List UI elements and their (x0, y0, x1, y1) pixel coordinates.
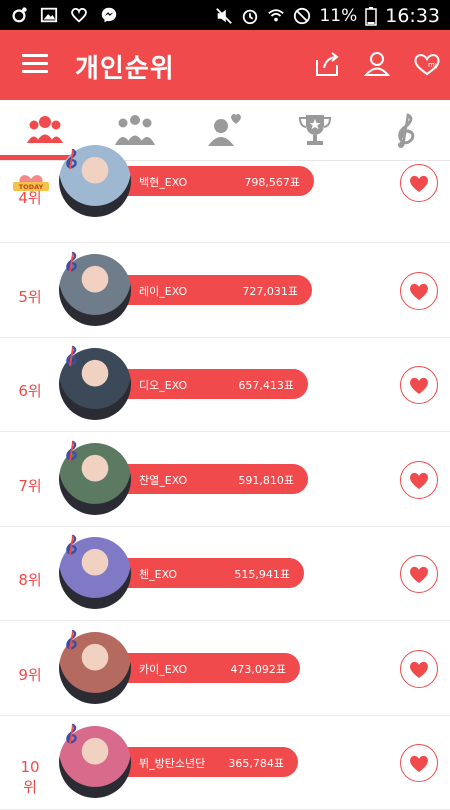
vote-count: 727,031표 (242, 284, 298, 298)
menu-icon-line (22, 70, 48, 73)
music-note-logo-icon (66, 534, 77, 556)
rank-label: 10위 (20, 758, 40, 796)
rank-label: 5위 (18, 287, 42, 306)
page-title: 개인순위 (75, 54, 175, 84)
idol-name: 레이_EXO (139, 284, 188, 298)
app-bar: 개인순위 my (0, 30, 450, 100)
vote-count: 473,092표 (230, 662, 286, 676)
music-note-logo-icon (66, 345, 77, 367)
ranking-row[interactable]: 8위 첸_EXO 515,941표 (0, 526, 450, 621)
treble-clef-icon (398, 113, 415, 148)
vote-heart-button[interactable] (400, 744, 438, 782)
alarm-icon (243, 9, 258, 25)
ranking-row[interactable]: 4위 백현_EXO 798,567표 (0, 145, 450, 243)
share-icon[interactable] (312, 48, 342, 80)
idol-name: 첸_EXO (139, 568, 178, 581)
music-note-logo-icon (66, 148, 77, 170)
messenger-notification-icon (101, 7, 117, 23)
menu-button[interactable] (22, 54, 48, 76)
svg-text:my: my (428, 61, 439, 69)
heart-icon (410, 175, 428, 192)
idol-name: 찬열_EXO (139, 473, 188, 487)
rank-label: 4위 (18, 189, 42, 207)
vote-bar: 백현_EXO 798,567표 (108, 166, 314, 196)
vote-count: 515,941표 (234, 568, 290, 581)
heart-icon (410, 377, 428, 394)
idol-name: 카이_EXO (139, 662, 188, 676)
vote-heart-button[interactable] (400, 649, 438, 688)
menu-icon (22, 54, 48, 57)
battery-icon (365, 7, 377, 26)
idol-name: 백현_EXO (139, 176, 188, 189)
vote-heart-button[interactable] (400, 164, 438, 202)
rank-label: 8위 (18, 571, 42, 589)
vote-heart-button[interactable] (400, 460, 438, 499)
camera-notification-icon (12, 7, 27, 23)
idol-name: 디오_EXO (139, 379, 188, 392)
heart-icon (410, 283, 428, 300)
gallery-notification-icon (40, 7, 58, 23)
ranking-row[interactable]: 9위 카이_EXO 473,092표 (0, 621, 450, 716)
crowd-icon (115, 115, 155, 145)
clock: 16:33 (385, 5, 440, 27)
music-note-logo-icon (66, 251, 77, 272)
mute-icon (216, 8, 233, 24)
idol-name: 뷔_방탄소년단 (139, 757, 206, 770)
ranking-row[interactable]: 10위 뷔_방탄소년단 365,784표 (0, 715, 450, 810)
status-bar: 11% 16:33 (0, 0, 450, 30)
vote-heart-button[interactable] (400, 366, 438, 404)
vote-bar: 카이_EXO 473,092표 (108, 652, 300, 683)
vote-heart-button[interactable] (400, 555, 438, 593)
vote-bar: 디오_EXO 657,413표 (108, 369, 308, 399)
heart-icon (410, 755, 428, 772)
heart-icon (410, 661, 428, 678)
wifi-icon (268, 9, 285, 22)
profile-icon[interactable] (362, 48, 392, 80)
heart-icon (410, 566, 428, 583)
vote-count: 798,567표 (244, 176, 300, 189)
heart-app-notification-icon (71, 7, 87, 23)
vote-bar: 첸_EXO 515,941표 (108, 558, 304, 588)
vote-bar: 레이_EXO 727,031표 (108, 274, 312, 305)
person-heart-icon (208, 113, 241, 146)
trophy-icon (298, 115, 332, 145)
vote-bar: 뷔_방탄소년단 365,784표 (108, 747, 298, 777)
ranking-row[interactable]: 6위 디오_EXO 657,413표 (0, 337, 450, 432)
music-note-logo-icon (66, 629, 77, 650)
vote-count: 657,413표 (238, 379, 294, 392)
vote-count: 591,810표 (238, 473, 294, 487)
rank-label: 9위 (18, 665, 42, 684)
menu-icon-line (22, 62, 48, 65)
vote-heart-button[interactable] (400, 271, 438, 310)
ranking-row[interactable]: 5위 레이_EXO 727,031표 (0, 243, 450, 338)
ranking-row[interactable]: 7위 찬열_EXO 591,810표 (0, 432, 450, 527)
music-note-logo-icon (66, 723, 77, 745)
rank-label: 7위 (18, 476, 42, 495)
heart-icon (410, 472, 428, 489)
people-group-icon (27, 116, 63, 143)
music-note-logo-icon (66, 440, 77, 461)
my-heart-icon[interactable]: my (412, 48, 442, 80)
rank-label: 6위 (18, 382, 42, 400)
vote-count: 365,784표 (228, 757, 284, 770)
blocked-icon (294, 7, 311, 25)
battery-percent: 11% (319, 6, 358, 26)
vote-bar: 찬열_EXO 591,810표 (108, 463, 308, 494)
